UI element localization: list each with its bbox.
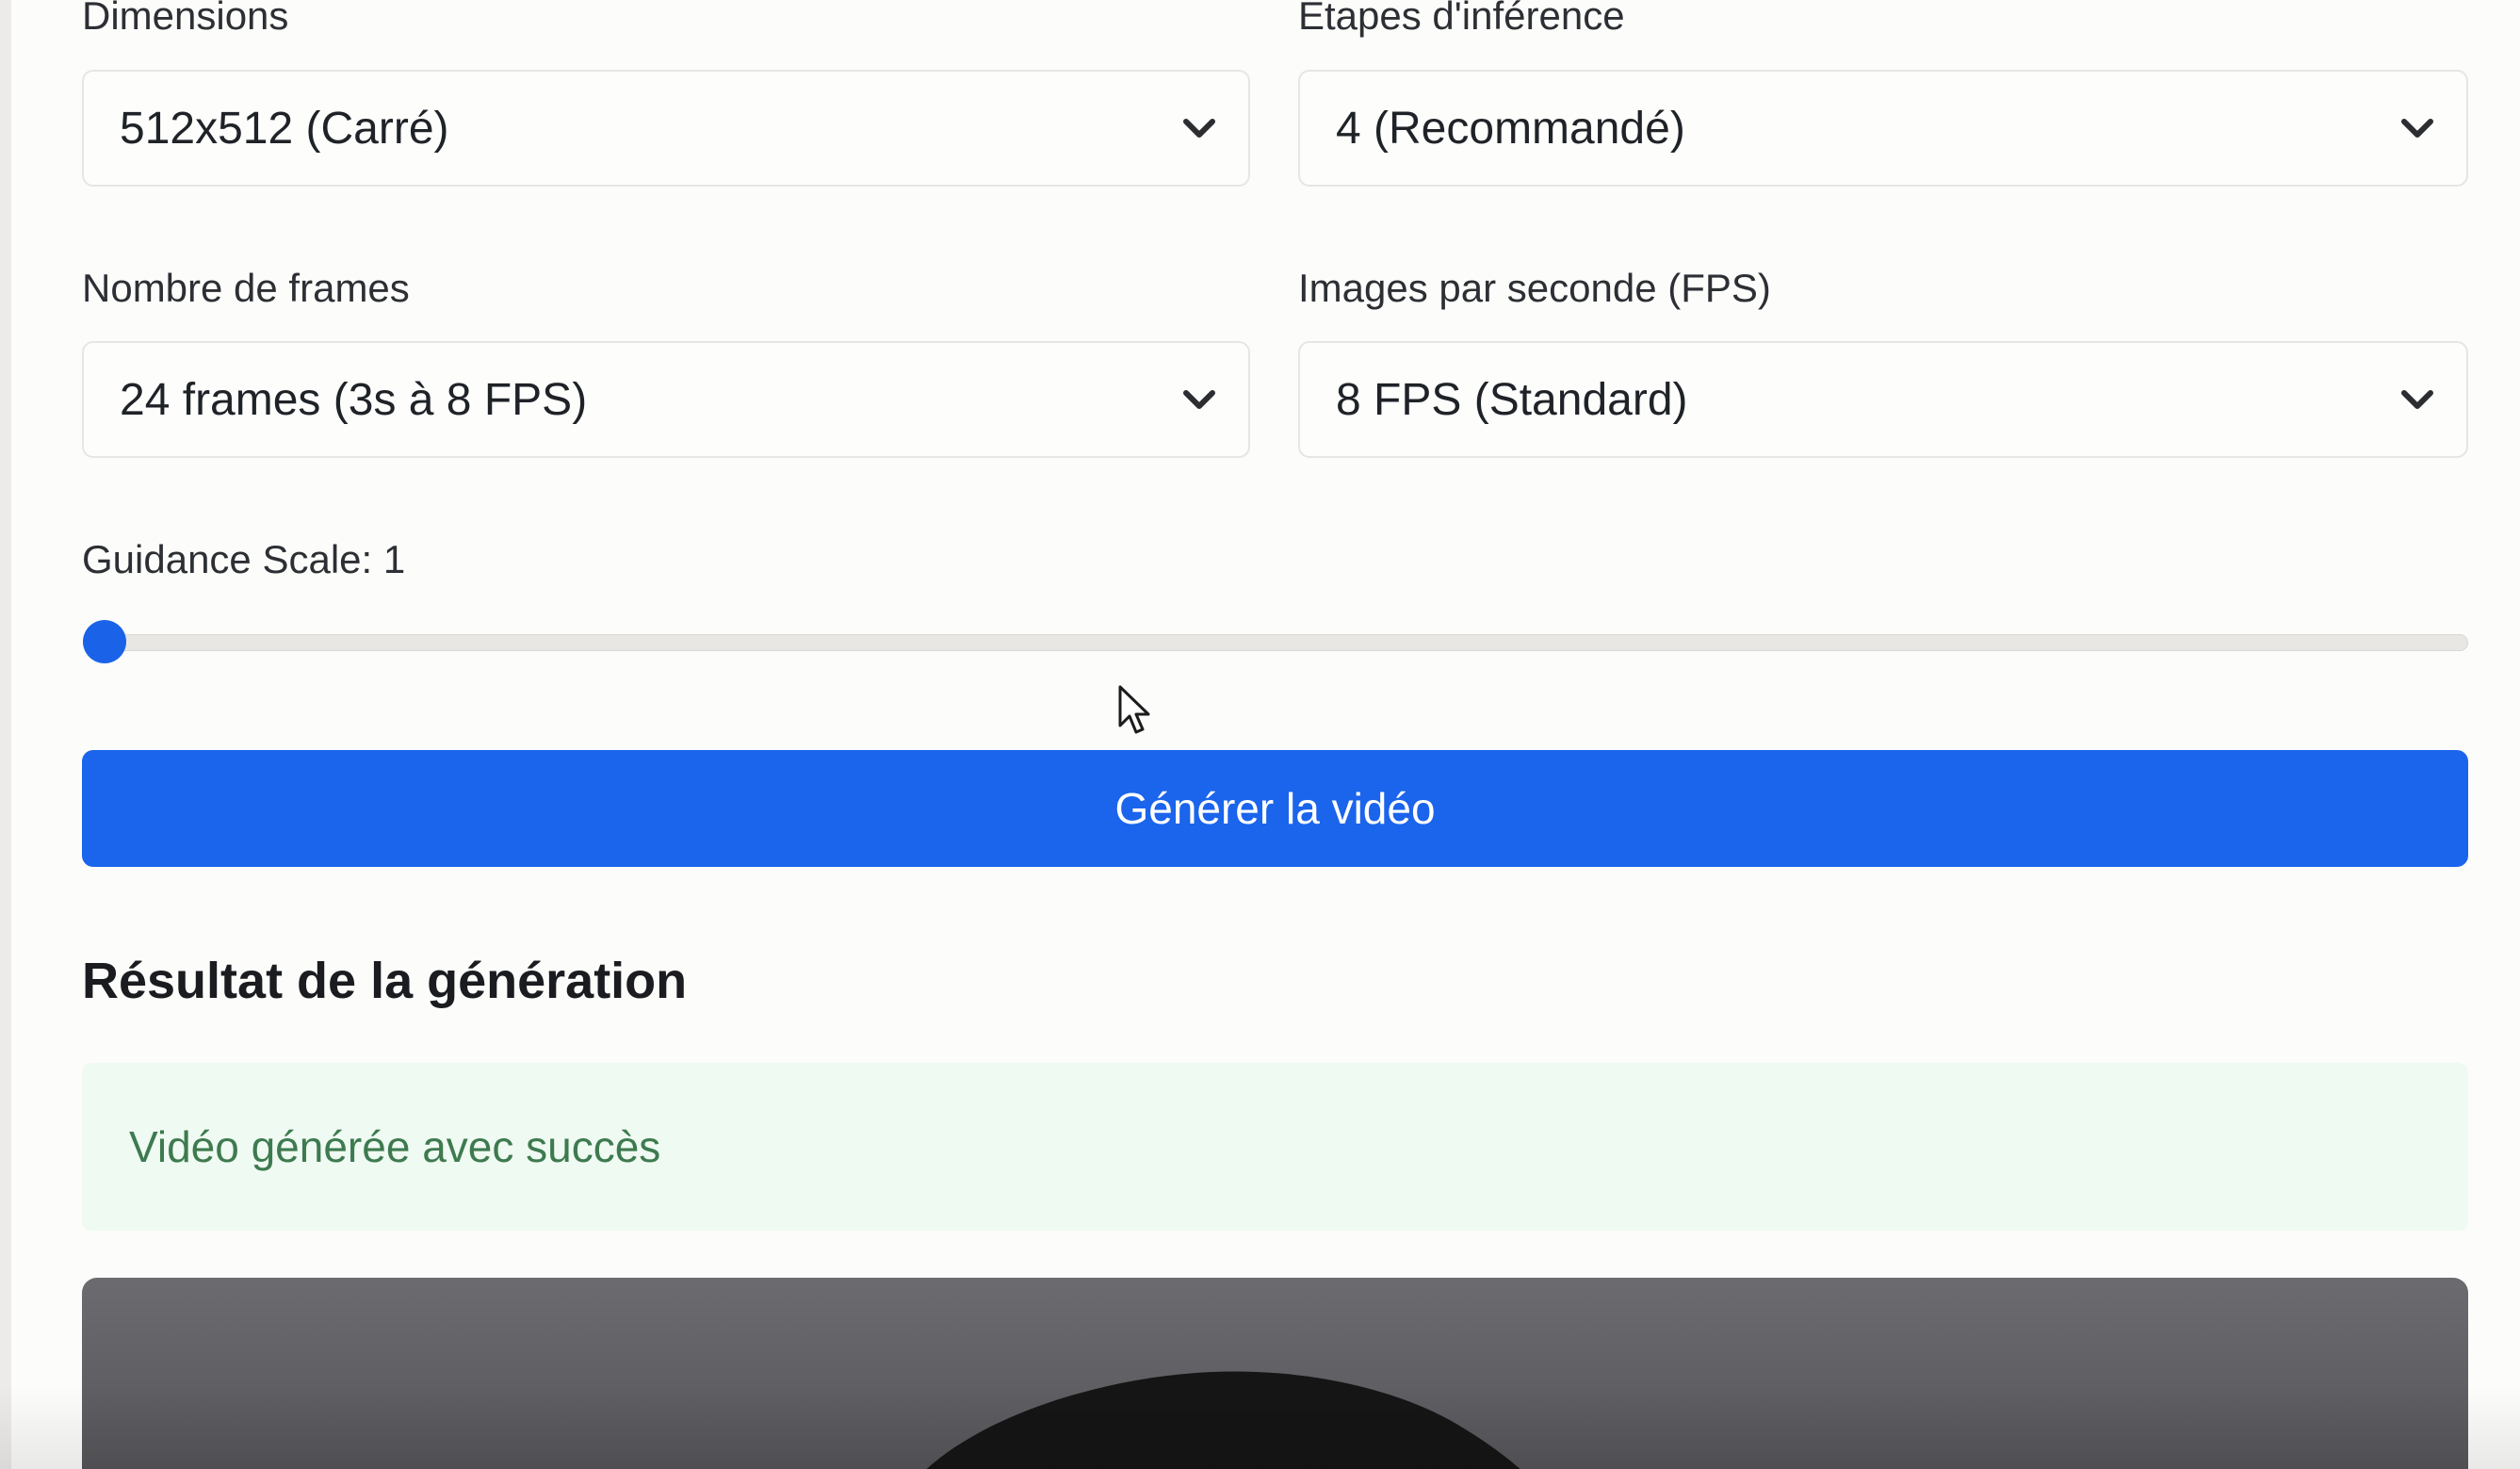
steps-select[interactable]: 4 (Recommandé) [1298, 70, 2468, 187]
generate-video-button[interactable]: Générer la vidéo [82, 750, 2468, 867]
dimensions-value: 512x512 (Carré) [120, 103, 449, 154]
dimensions-select[interactable]: 512x512 (Carré) [82, 70, 1250, 187]
fps-select[interactable]: 8 FPS (Standard) [1298, 341, 2468, 458]
left-border [0, 0, 11, 1469]
video-generator-page: Dimensions 512x512 (Carré) Étapes d'infé… [0, 0, 2520, 1469]
guidance-label: Guidance Scale: 1 [82, 537, 406, 581]
steps-label: Étapes d'inférence [1298, 0, 1625, 38]
video-preview[interactable] [82, 1278, 2468, 1469]
cursor-icon [1118, 685, 1150, 734]
fps-label: Images par seconde (FPS) [1298, 266, 1771, 310]
fps-value: 8 FPS (Standard) [1336, 374, 1688, 425]
slider-thumb[interactable] [83, 620, 126, 663]
guidance-slider[interactable] [83, 620, 2468, 663]
chevron-down-icon [2401, 119, 2433, 138]
chevron-down-icon [2401, 390, 2433, 409]
frames-label: Nombre de frames [82, 266, 410, 310]
result-section-title: Résultat de la génération [82, 953, 688, 1009]
slider-track[interactable] [83, 634, 2468, 651]
steps-value: 4 (Recommandé) [1336, 103, 1685, 154]
success-alert: Vidéo générée avec succès [82, 1063, 2468, 1231]
frames-select[interactable]: 24 frames (3s à 8 FPS) [82, 341, 1250, 458]
chevron-down-icon [1183, 119, 1215, 138]
dimensions-label: Dimensions [82, 0, 289, 38]
frames-value: 24 frames (3s à 8 FPS) [120, 374, 588, 425]
chevron-down-icon [1183, 390, 1215, 409]
video-subject-silhouette [926, 1371, 1520, 1469]
success-message: Vidéo générée avec succès [129, 1122, 661, 1171]
